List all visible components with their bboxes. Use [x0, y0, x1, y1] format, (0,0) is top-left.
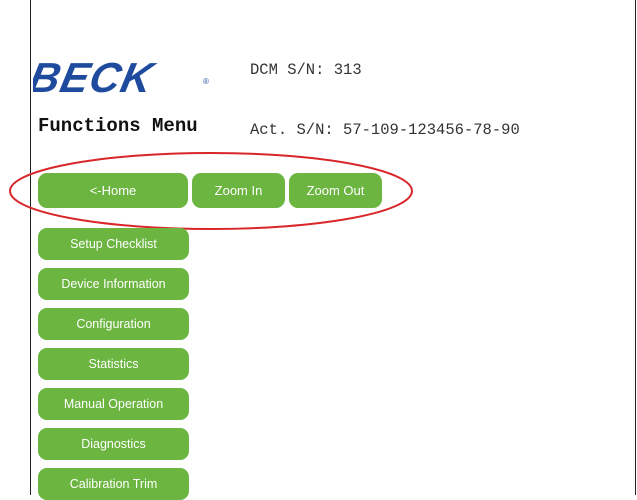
zoom-out-button[interactable]: Zoom Out	[289, 173, 382, 208]
left-border	[30, 0, 31, 495]
menu-item-calibration-trim[interactable]: Calibration Trim	[38, 468, 189, 500]
right-border	[635, 0, 636, 495]
logo-wordmark: BECK	[33, 54, 160, 100]
beck-logo: BECK ®	[33, 54, 213, 100]
page-title: Functions Menu	[38, 115, 198, 137]
menu-item-setup-checklist[interactable]: Setup Checklist	[38, 228, 189, 260]
registered-mark: ®	[203, 77, 209, 86]
menu-item-configuration[interactable]: Configuration	[38, 308, 189, 340]
zoom-in-button[interactable]: Zoom In	[192, 173, 285, 208]
menu-item-statistics[interactable]: Statistics	[38, 348, 189, 380]
menu-item-device-information[interactable]: Device Information	[38, 268, 189, 300]
dcm-serial: DCM S/N: 313	[250, 61, 362, 79]
serial-info: DCM S/N: 313 Act. S/N: 57-109-123456-78-…	[250, 20, 520, 160]
actuator-serial: Act. S/N: 57-109-123456-78-90	[250, 121, 520, 139]
home-button[interactable]: <-Home	[38, 173, 188, 208]
menu-item-diagnostics[interactable]: Diagnostics	[38, 428, 189, 460]
menu-item-manual-operation[interactable]: Manual Operation	[38, 388, 189, 420]
